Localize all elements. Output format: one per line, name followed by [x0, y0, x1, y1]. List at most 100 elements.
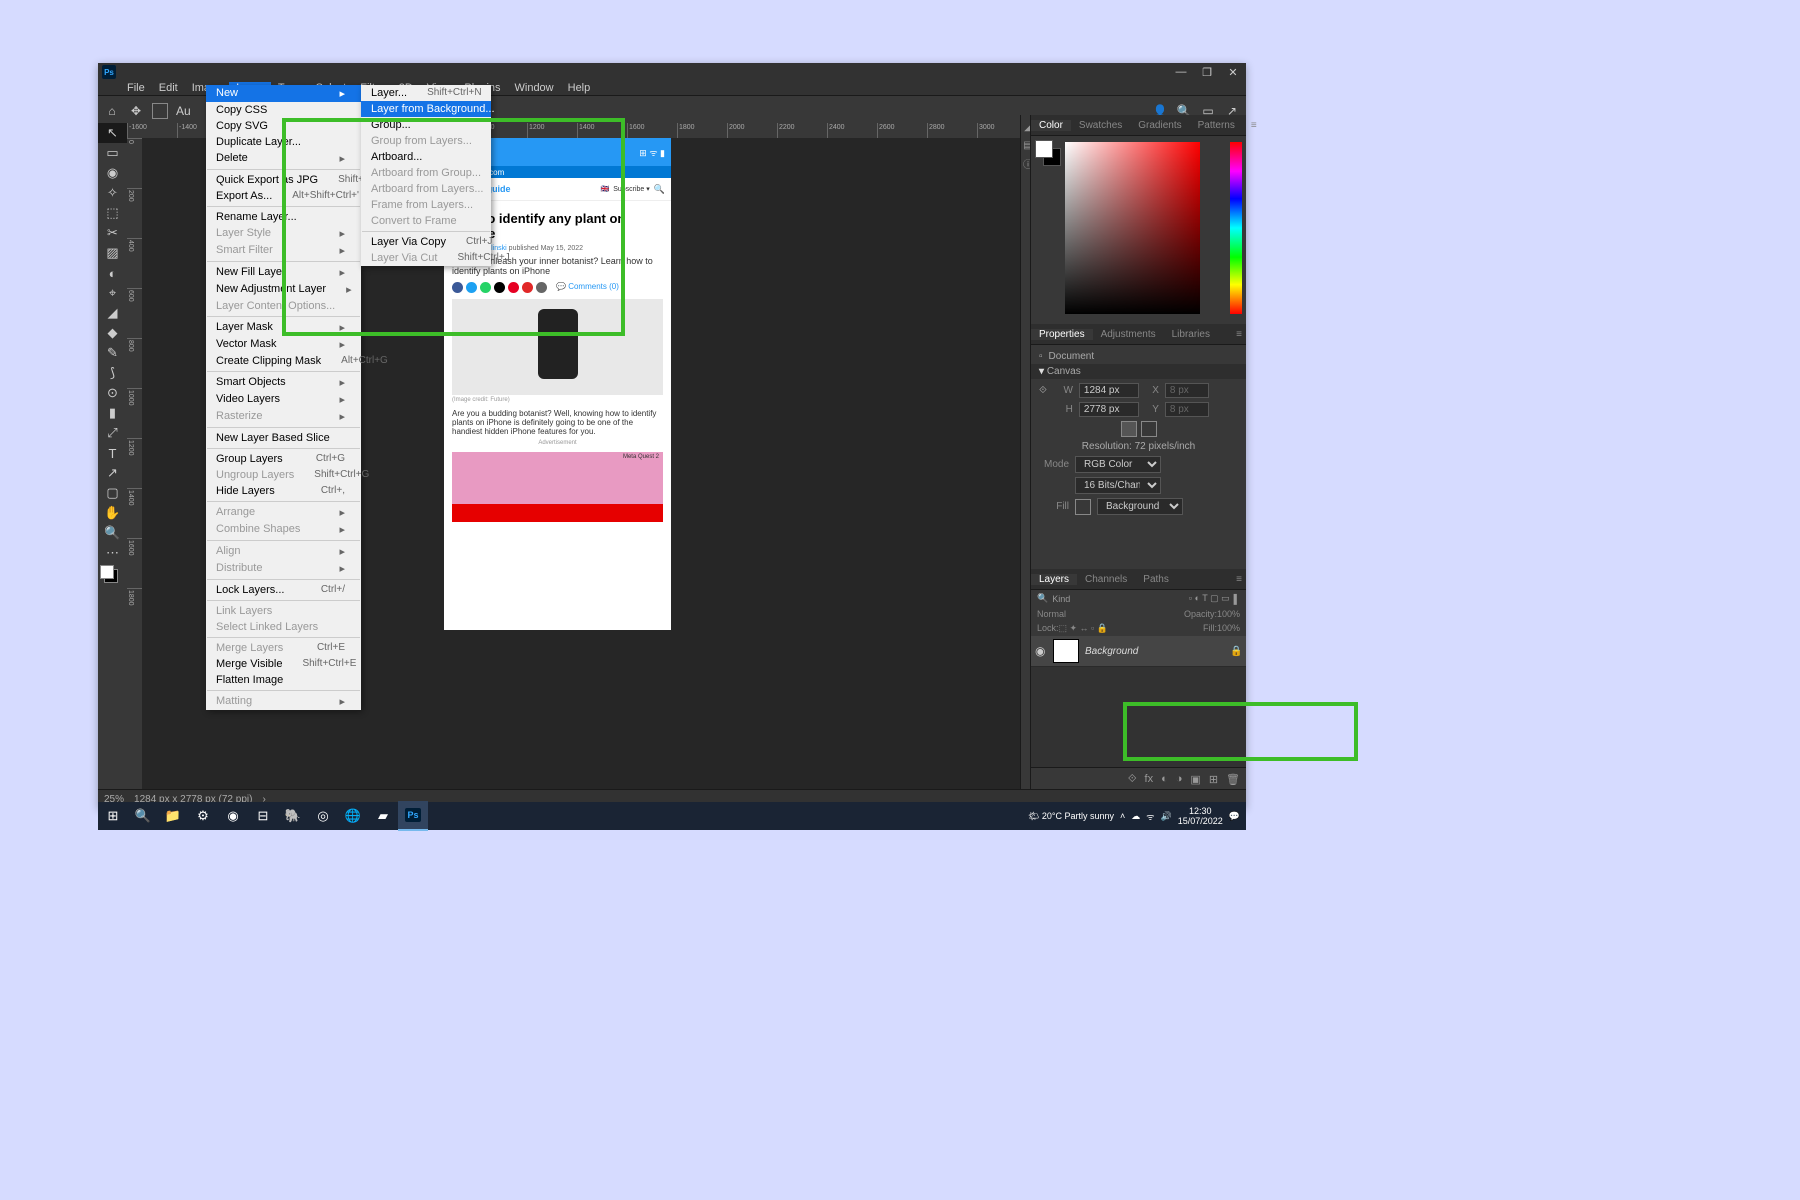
menu-item[interactable]: Merge VisibleShift+Ctrl+E [206, 656, 361, 672]
tool-17[interactable]: ↗ [98, 463, 127, 483]
tool-20[interactable]: 🔍 [98, 523, 127, 543]
restore-button[interactable]: ❐ [1194, 63, 1220, 81]
adjust-icon[interactable]: ◑ [1176, 773, 1183, 785]
panel-tab[interactable]: Adjustments [1093, 329, 1164, 340]
layer-row[interactable]: ◉ Background 🔒 [1031, 636, 1246, 667]
option-check[interactable] [152, 103, 168, 119]
mask-icon[interactable]: ◐ [1161, 773, 1168, 785]
panel-menu-icon[interactable]: ≡ [1228, 574, 1246, 585]
visibility-icon[interactable]: ◉ [1035, 644, 1049, 658]
spotify-icon[interactable]: ◎ [308, 802, 338, 830]
new-layer-icon[interactable]: ⊞ [1209, 773, 1218, 786]
height-input[interactable] [1079, 402, 1139, 417]
menu-item[interactable]: Duplicate Layer... [206, 134, 361, 150]
panel-tab[interactable]: Swatches [1071, 120, 1130, 131]
onedrive-icon[interactable]: ☁ [1131, 811, 1140, 822]
explorer-icon[interactable]: 📁 [158, 802, 188, 830]
menu-item[interactable]: Copy SVG [206, 118, 361, 134]
x-input[interactable] [1165, 383, 1209, 398]
filter-kind[interactable]: Kind [1052, 594, 1070, 604]
menu-item[interactable]: Layer...Shift+Ctrl+N [361, 85, 491, 101]
tool-15[interactable]: ⤢ [98, 423, 127, 443]
fill-select[interactable]: Background Color [1097, 498, 1183, 515]
menu-item[interactable]: New▸ [206, 85, 361, 102]
menu-help[interactable]: Help [561, 82, 598, 94]
menu-item[interactable]: Layer from Background... [361, 101, 491, 117]
menu-item[interactable]: Flatten Image [206, 672, 361, 688]
tool-5[interactable]: ✂ [98, 223, 127, 243]
slack-icon[interactable]: ⊟ [248, 802, 278, 830]
menu-item[interactable]: Quick Export as JPGShift+Ctrl+' [206, 172, 361, 188]
tray-chevron[interactable]: ˄ [1120, 811, 1125, 821]
home-icon[interactable]: ⌂ [104, 103, 120, 119]
menu-item[interactable]: Hide LayersCtrl+, [206, 483, 361, 499]
minimize-button[interactable]: — [1168, 63, 1194, 81]
orient-btn[interactable] [1141, 421, 1157, 437]
tool-14[interactable]: ▮ [98, 403, 127, 423]
menu-item[interactable]: Video Layers▸ [206, 391, 361, 408]
panel-tab[interactable]: Properties [1031, 329, 1093, 340]
search-taskbar[interactable]: 🔍 [128, 802, 158, 830]
tool-11[interactable]: ✎ [98, 343, 127, 363]
close-button[interactable]: ✕ [1220, 63, 1246, 81]
tool-13[interactable]: ⊙ [98, 383, 127, 403]
menu-file[interactable]: File [120, 82, 152, 94]
layer-thumb[interactable] [1053, 639, 1079, 663]
tool-1[interactable]: ▭ [98, 143, 127, 163]
width-input[interactable] [1079, 383, 1139, 398]
tool-21[interactable]: ⋯ [98, 543, 127, 563]
tool-18[interactable]: ▢ [98, 483, 127, 503]
tool-6[interactable]: ▨ [98, 243, 127, 263]
tool-12[interactable]: ⟆ [98, 363, 127, 383]
lock-icon[interactable]: 🔒 [1230, 646, 1242, 657]
clock[interactable]: 12:3015/07/2022 [1178, 806, 1223, 826]
fill-swatch[interactable] [1075, 499, 1091, 515]
menu-item[interactable]: Layer Via CopyCtrl+J [361, 234, 491, 250]
orient-btn[interactable] [1121, 421, 1137, 437]
menu-item[interactable]: New Adjustment Layer▸ [206, 281, 361, 298]
panel-tab[interactable]: Patterns [1190, 120, 1243, 131]
bits-select[interactable]: 16 Bits/Channel [1075, 477, 1161, 494]
fg-swatch[interactable] [1035, 140, 1053, 158]
tool-10[interactable]: ◆ [98, 323, 127, 343]
panel-tab[interactable]: Paths [1135, 574, 1177, 585]
menu-item[interactable]: Create Clipping MaskAlt+Ctrl+G [206, 353, 361, 369]
menu-item[interactable]: Vector Mask▸ [206, 336, 361, 353]
menu-item[interactable]: Rename Layer... [206, 209, 361, 225]
link-icon[interactable]: ⟐ [1128, 773, 1137, 786]
evernote-icon[interactable]: 🐘 [278, 802, 308, 830]
menu-item[interactable]: New Layer Based Slice [206, 430, 361, 446]
weather[interactable]: 🌤 20°C Partly sunny [1028, 811, 1114, 822]
delete-icon[interactable]: 🗑 [1226, 773, 1240, 786]
menu-item[interactable]: Export As...Alt+Shift+Ctrl+' [206, 188, 361, 204]
hue-slider[interactable] [1230, 142, 1242, 314]
panel-tab[interactable]: Libraries [1164, 329, 1218, 340]
wifi-icon[interactable]: ᯤ [1146, 810, 1154, 823]
menu-item[interactable]: Lock Layers...Ctrl+/ [206, 582, 361, 598]
tool-0[interactable]: ↖ [98, 123, 127, 143]
app-icon[interactable]: ▰ [368, 802, 398, 830]
menu-item[interactable]: Group... [361, 117, 491, 133]
start-button[interactable]: ⊞ [98, 802, 128, 830]
tool-3[interactable]: ✧ [98, 183, 127, 203]
fx-icon[interactable]: fx [1145, 773, 1154, 785]
canvas-group[interactable]: Canvas [1047, 366, 1081, 377]
panel-tab[interactable]: Layers [1031, 574, 1077, 585]
menu-item[interactable]: New Fill Layer▸ [206, 264, 361, 281]
tool-8[interactable]: ⌖ [98, 283, 127, 303]
menu-item[interactable]: Group LayersCtrl+G [206, 451, 361, 467]
menu-item[interactable]: Layer Mask▸ [206, 319, 361, 336]
edge-icon[interactable]: 🌐 [338, 802, 368, 830]
photoshop-taskbar[interactable]: Ps [398, 801, 428, 831]
menu-item[interactable]: Artboard... [361, 149, 491, 165]
blend-mode[interactable]: Normal [1037, 609, 1066, 619]
menu-window[interactable]: Window [508, 82, 561, 94]
group-icon[interactable]: ▣ [1190, 773, 1200, 786]
link-icon[interactable]: ⟐ [1039, 385, 1047, 396]
mode-select[interactable]: RGB Color [1075, 456, 1161, 473]
tool-19[interactable]: ✋ [98, 503, 127, 523]
panel-menu-icon[interactable]: ≡ [1228, 329, 1246, 340]
tool-7[interactable]: ◐ [98, 263, 127, 283]
color-field[interactable] [1065, 142, 1200, 314]
filter-toggle[interactable]: ▌ [1234, 594, 1240, 604]
